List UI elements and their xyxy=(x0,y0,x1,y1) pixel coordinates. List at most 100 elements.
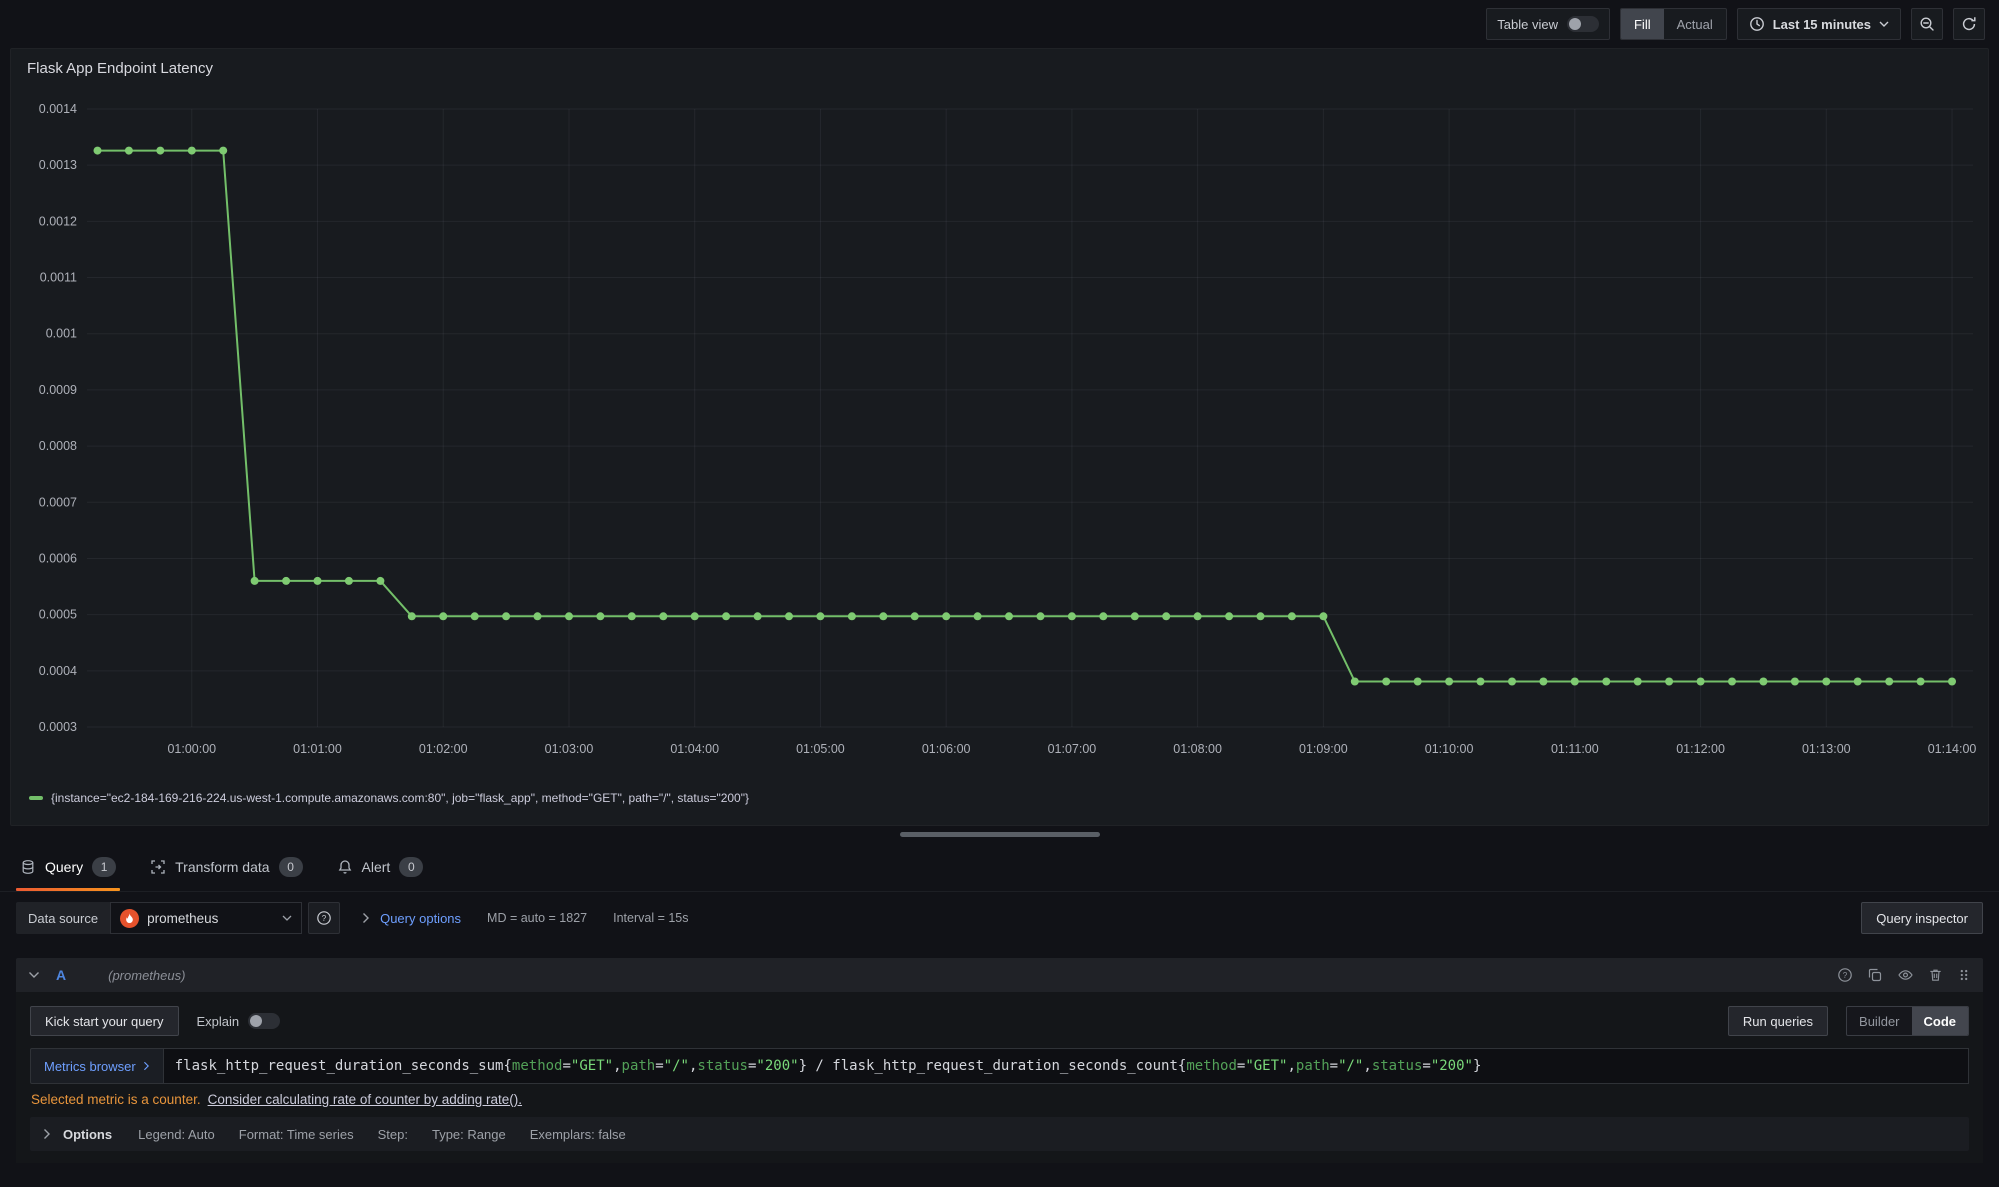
timeseries-chart[interactable]: 0.00140.00130.00120.00110.0010.00090.000… xyxy=(11,79,1988,785)
database-icon xyxy=(20,859,36,875)
query-row-header[interactable]: A (prometheus) ? xyxy=(16,958,1983,992)
svg-text:01:03:00: 01:03:00 xyxy=(545,742,594,756)
svg-text:0.0014: 0.0014 xyxy=(39,102,77,116)
splitter-drag-handle[interactable] xyxy=(900,832,1100,837)
legend-series-label: {instance="ec2-184-169-216-224.us-west-1… xyxy=(51,791,749,805)
panel-editor-toolbar: Table view Fill Actual Last 15 minutes xyxy=(0,0,1999,48)
options-summary-item: Legend: Auto xyxy=(138,1127,215,1142)
datasource-help-button[interactable]: ? xyxy=(308,902,340,934)
svg-text:01:05:00: 01:05:00 xyxy=(796,742,845,756)
options-summary-item: Step: xyxy=(378,1127,408,1142)
svg-text:0.0004: 0.0004 xyxy=(39,664,77,678)
tab-alert-label: Alert xyxy=(362,859,391,875)
transform-icon xyxy=(150,859,166,875)
question-circle-icon: ? xyxy=(316,910,332,926)
editor-tabs: Query 1 Transform data 0 Alert 0 xyxy=(0,842,1999,892)
svg-text:01:08:00: 01:08:00 xyxy=(1173,742,1222,756)
panel: Flask App Endpoint Latency 0.0014 0.0013 0… xyxy=(10,48,1989,826)
builder-mode-button[interactable]: Builder xyxy=(1847,1007,1911,1035)
query-help-icon[interactable]: ? xyxy=(1837,967,1853,983)
tab-query[interactable]: Query 1 xyxy=(16,842,120,891)
svg-text:0.0012: 0.0012 xyxy=(39,214,77,228)
delete-query-trash-icon[interactable] xyxy=(1928,967,1943,983)
table-view-label: Table view xyxy=(1497,17,1558,32)
refresh-button[interactable] xyxy=(1953,8,1985,40)
datasource-picker[interactable]: prometheus xyxy=(110,902,302,934)
tab-alert[interactable]: Alert 0 xyxy=(333,842,428,891)
svg-text:01:12:00: 01:12:00 xyxy=(1676,742,1725,756)
svg-text:0.0013: 0.0013 xyxy=(39,158,77,172)
bell-icon xyxy=(337,859,353,875)
options-summary-item: Exemplars: false xyxy=(530,1127,626,1142)
svg-text:01:10:00: 01:10:00 xyxy=(1425,742,1474,756)
datasource-label: Data source xyxy=(16,902,110,934)
chevron-down-icon xyxy=(1879,21,1889,27)
svg-text:0.0009: 0.0009 xyxy=(39,383,77,397)
svg-text:01:01:00: 01:01:00 xyxy=(293,742,342,756)
tab-transform-label: Transform data xyxy=(175,859,269,875)
interval-text: Interval = 15s xyxy=(613,911,688,925)
legend-series-color xyxy=(29,796,43,800)
options-label: Options xyxy=(63,1127,112,1142)
svg-text:01:14:00: 01:14:00 xyxy=(1928,742,1977,756)
chevron-right-icon xyxy=(43,1128,51,1140)
kick-start-query-button[interactable]: Kick start your query xyxy=(30,1006,179,1036)
max-data-points-text: MD = auto = 1827 xyxy=(487,911,587,925)
query-toolbar-row: Kick start your query Explain Run querie… xyxy=(30,1006,1969,1036)
code-mode-button[interactable]: Code xyxy=(1912,1007,1969,1035)
query-inspector-button[interactable]: Query inspector xyxy=(1861,902,1983,934)
svg-text:0.0003: 0.0003 xyxy=(39,720,77,734)
warning-text: Selected metric is a counter. xyxy=(31,1092,201,1107)
svg-text:0.0007: 0.0007 xyxy=(39,495,77,509)
datasource-row: Data source prometheus ? Query options M… xyxy=(0,892,1999,944)
promql-query-input[interactable]: flask_http_request_duration_seconds_sum{… xyxy=(163,1048,1969,1084)
svg-text:01:11:00: 01:11:00 xyxy=(1551,742,1599,756)
tab-transform-data[interactable]: Transform data 0 xyxy=(146,842,306,891)
table-view-toggle[interactable] xyxy=(1567,16,1599,32)
query-row-body: Kick start your query Explain Run querie… xyxy=(16,992,1983,1163)
counter-warning: Selected metric is a counter. Consider c… xyxy=(31,1092,1968,1107)
alert-count-badge: 0 xyxy=(399,857,423,877)
query-options-toggle[interactable]: Query options xyxy=(380,911,461,926)
metrics-browser-toggle[interactable]: Metrics browser xyxy=(30,1048,163,1084)
refresh-icon xyxy=(1961,16,1977,32)
query-options-collapsed[interactable]: Options Legend: Auto Format: Time series S… xyxy=(30,1117,1969,1151)
duplicate-query-icon[interactable] xyxy=(1867,967,1883,983)
time-zoom-out-button[interactable] xyxy=(1911,8,1943,40)
promql-editor-row: Metrics browser flask_http_request_durat… xyxy=(30,1048,1969,1084)
fill-button[interactable]: Fill xyxy=(1621,9,1664,39)
svg-text:01:13:00: 01:13:00 xyxy=(1802,742,1851,756)
svg-text:0.0008: 0.0008 xyxy=(39,439,77,453)
svg-text:01:04:00: 01:04:00 xyxy=(670,742,719,756)
builder-code-switch: Builder Code xyxy=(1846,1006,1969,1036)
options-summary-item: Format: Time series xyxy=(239,1127,354,1142)
pane-splitter xyxy=(0,826,1999,842)
explain-toggle[interactable] xyxy=(248,1013,280,1029)
chevron-down-icon xyxy=(282,915,292,921)
add-rate-link[interactable]: Consider calculating rate of counter by … xyxy=(208,1092,522,1107)
actual-button[interactable]: Actual xyxy=(1664,9,1726,39)
fill-actual-group: Fill Actual xyxy=(1620,8,1727,40)
chart-legend[interactable]: {instance="ec2-184-169-216-224.us-west-1… xyxy=(11,785,1988,811)
chevron-right-icon xyxy=(143,1061,150,1071)
drag-handle-icon[interactable] xyxy=(1957,967,1971,983)
zoom-out-icon xyxy=(1919,16,1935,32)
panel-title: Flask App Endpoint Latency xyxy=(11,49,1988,79)
svg-text:0.0006: 0.0006 xyxy=(39,551,77,565)
svg-text:?: ? xyxy=(322,914,327,923)
svg-text:01:02:00: 01:02:00 xyxy=(419,742,468,756)
query-count-badge: 1 xyxy=(92,857,116,877)
hide-query-eye-icon[interactable] xyxy=(1897,967,1914,983)
svg-text:0.001: 0.001 xyxy=(46,327,77,341)
svg-text:01:06:00: 01:06:00 xyxy=(922,742,971,756)
query-ref-id: A xyxy=(56,967,66,983)
run-queries-button[interactable]: Run queries xyxy=(1728,1006,1828,1036)
svg-text:01:00:00: 01:00:00 xyxy=(167,742,216,756)
chevron-right-icon[interactable] xyxy=(362,912,370,924)
time-range-picker[interactable]: Last 15 minutes xyxy=(1737,8,1901,40)
query-datasource-hint: (prometheus) xyxy=(108,968,185,983)
collapse-chevron-icon[interactable] xyxy=(28,971,40,979)
svg-text:01:07:00: 01:07:00 xyxy=(1048,742,1097,756)
transform-count-badge: 0 xyxy=(279,857,303,877)
svg-text:0.0005: 0.0005 xyxy=(39,608,77,622)
